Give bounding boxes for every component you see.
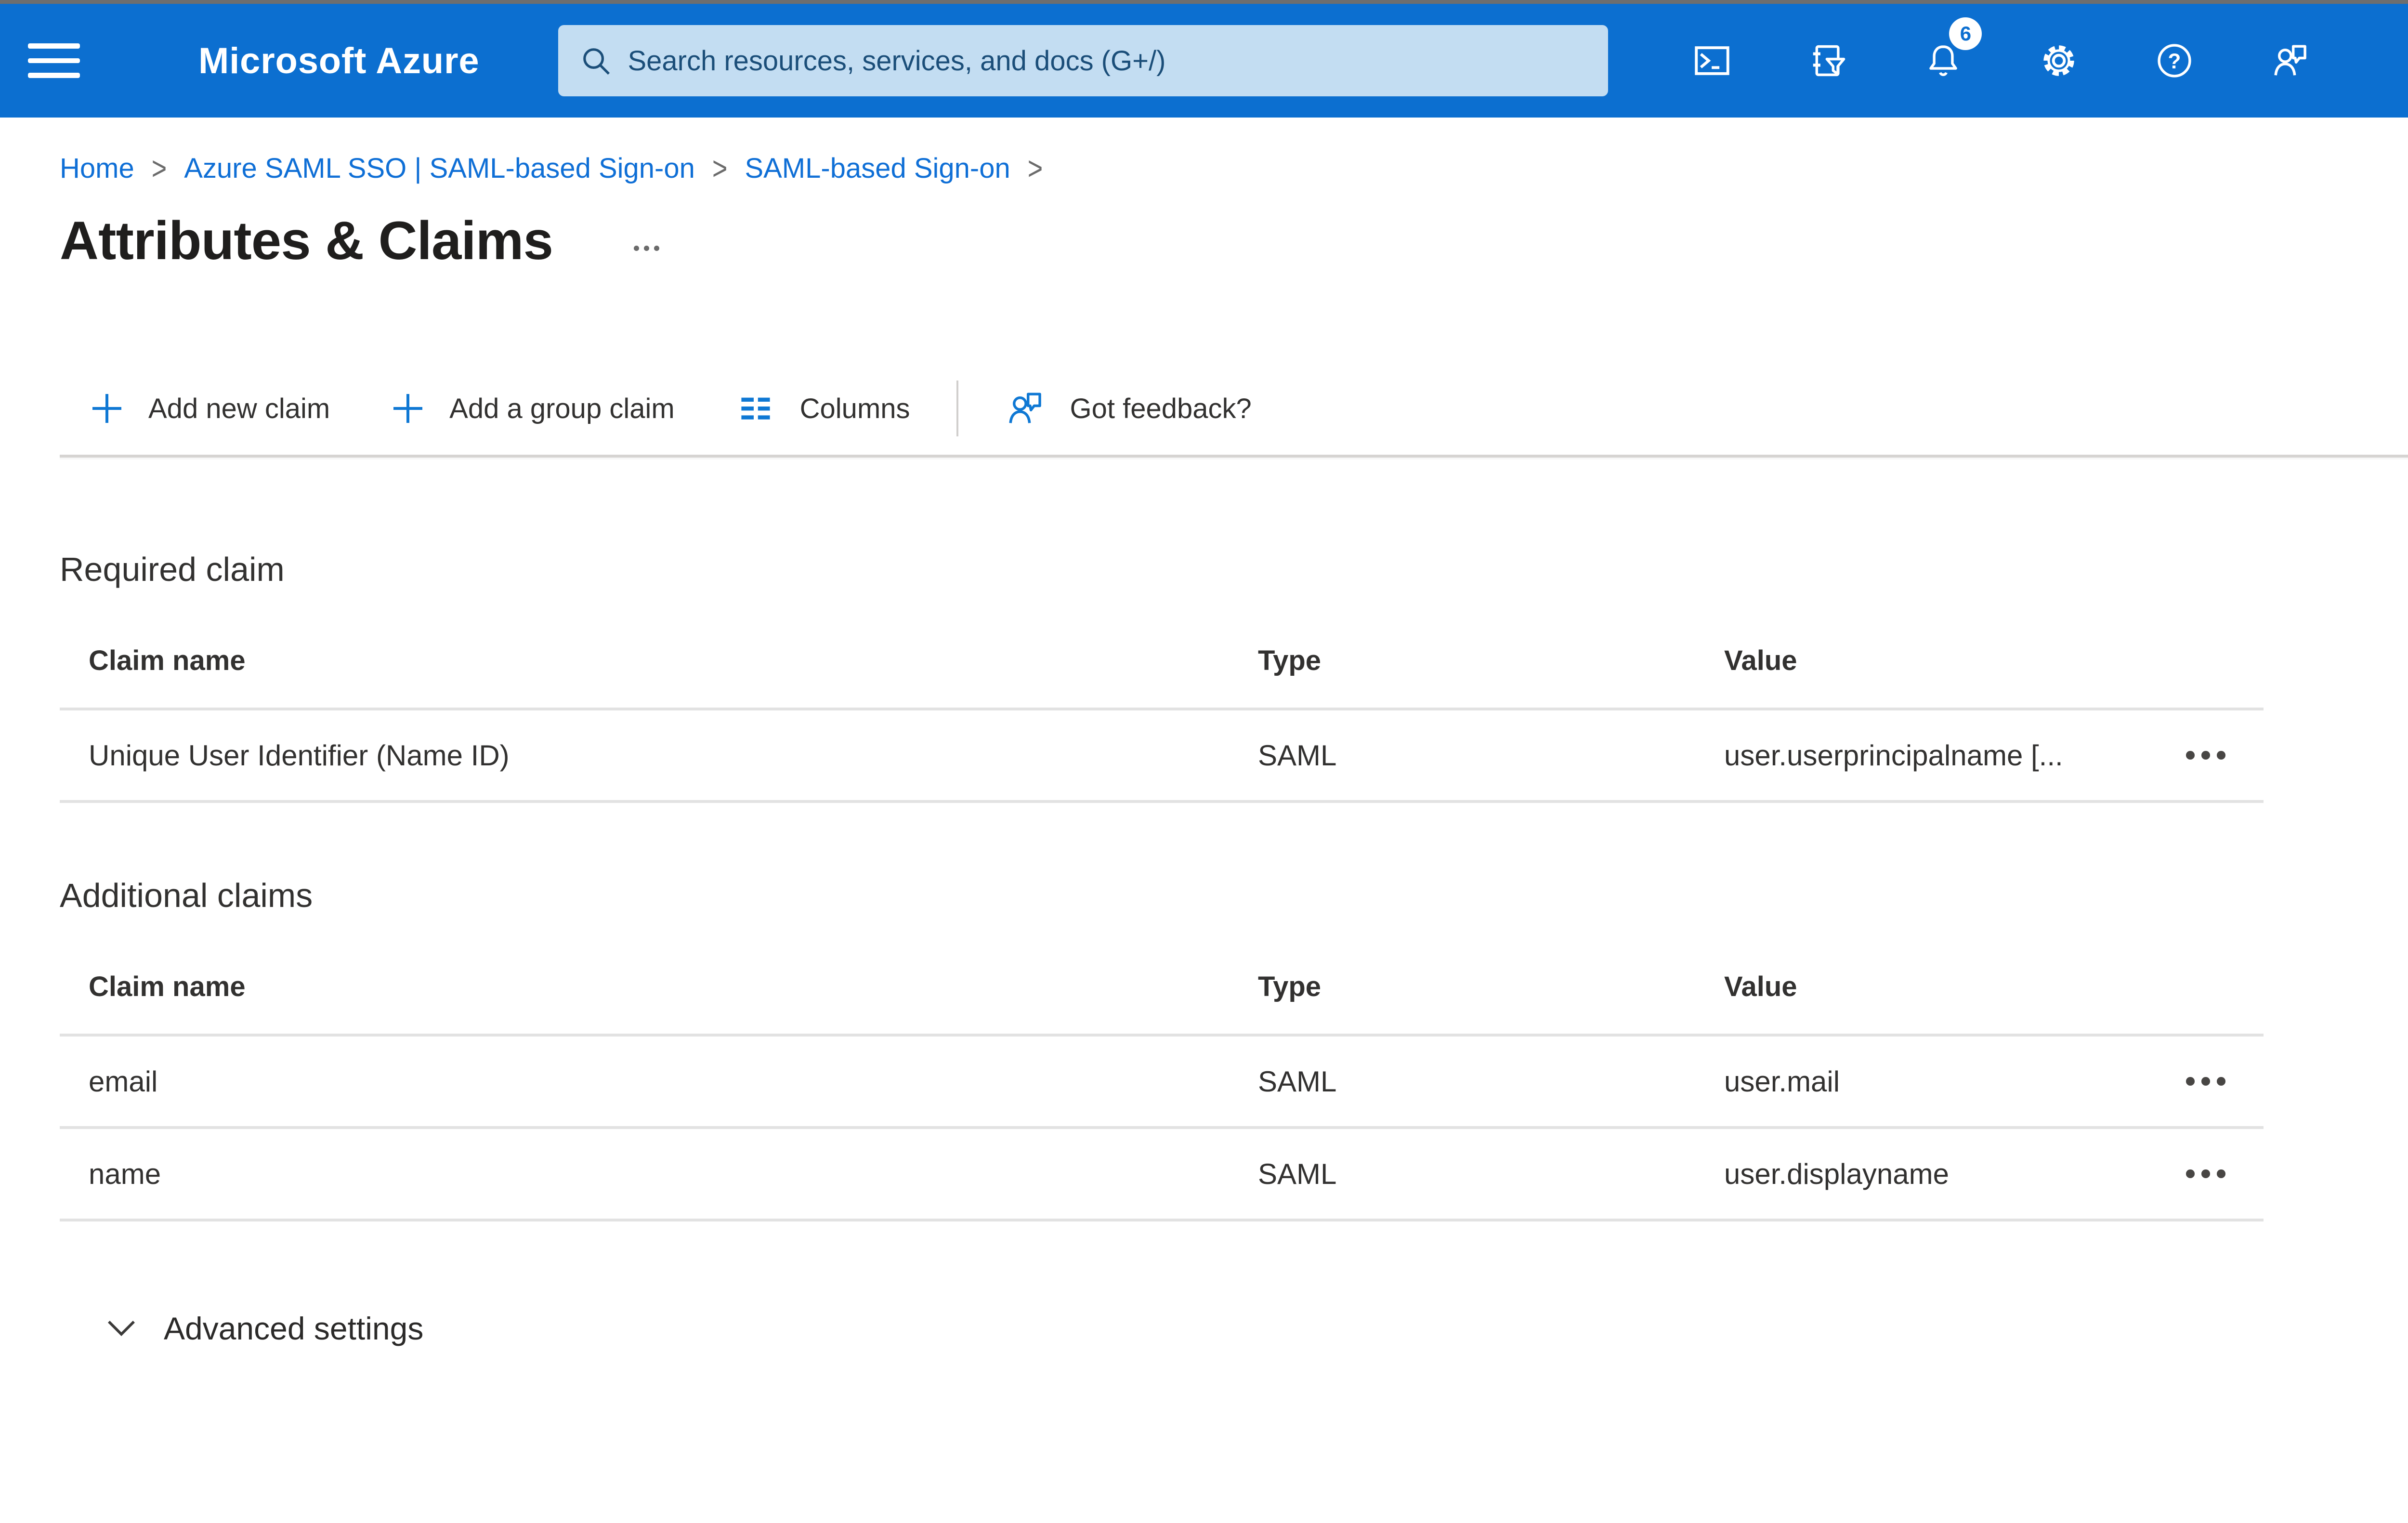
breadcrumb-home[interactable]: Home xyxy=(60,152,134,184)
feedback-icon xyxy=(1008,393,1041,423)
columns-icon xyxy=(741,397,770,420)
notifications-button[interactable]: 6 xyxy=(1901,4,1986,118)
command-bar: Add new claim Add a group claim Columns xyxy=(0,376,2408,441)
add-group-claim-label: Add a group claim xyxy=(449,393,675,424)
page-title: Attributes & Claims xyxy=(60,210,553,271)
breadcrumb-separator: > xyxy=(712,150,728,186)
table-header-row: Claim name Type Value xyxy=(60,915,2264,1037)
advanced-settings-label: Advanced settings xyxy=(164,1311,424,1346)
top-bar: Microsoft Azure Search resources, servic… xyxy=(0,4,2408,118)
topbar-icon-group: 6 ? xyxy=(1670,4,2332,118)
plus-icon xyxy=(92,394,121,423)
got-feedback-button[interactable]: Got feedback? xyxy=(974,376,1283,441)
feedback-button[interactable] xyxy=(2248,4,2332,118)
breadcrumb-separator: > xyxy=(1027,150,1043,186)
feedback-icon xyxy=(2274,45,2307,76)
required-claim-heading: Required claim xyxy=(60,551,285,588)
brand-logo[interactable]: Microsoft Azure xyxy=(198,40,479,82)
row-context-menu-button[interactable] xyxy=(2178,739,2233,771)
advanced-settings-toggle[interactable]: Advanced settings xyxy=(60,1310,423,1347)
page-header: Attributes & Claims xyxy=(60,210,2408,272)
breadcrumb-saml-signon[interactable]: SAML-based Sign-on xyxy=(745,152,1010,184)
cell-type: SAML xyxy=(1258,1157,1337,1190)
column-header-type: Type xyxy=(1258,645,1322,676)
got-feedback-label: Got feedback? xyxy=(1070,393,1252,424)
settings-button[interactable] xyxy=(2016,4,2101,118)
cell-type: SAML xyxy=(1258,739,1337,772)
search-icon xyxy=(583,48,610,75)
required-claim-table: Claim name Type Value Unique User Identi… xyxy=(60,589,2264,803)
breadcrumb-sso-app[interactable]: Azure SAML SSO | SAML-based Sign-on xyxy=(184,152,695,184)
ellipsis-icon xyxy=(634,246,639,251)
cell-value: user.displayname xyxy=(1724,1157,1949,1190)
search-input[interactable] xyxy=(558,25,1609,96)
help-icon: ? xyxy=(2158,44,2192,78)
breadcrumb-separator: > xyxy=(151,150,167,186)
content-area: Required claim Claim name Type Value Uni… xyxy=(0,550,2408,1347)
cell-value: user.userprincipalname [... xyxy=(1724,739,2063,772)
column-header-claim-name: Claim name xyxy=(89,971,246,1002)
azure-portal-window: Microsoft Azure Search resources, servic… xyxy=(0,0,2408,1523)
svg-text:?: ? xyxy=(2168,50,2181,73)
table-row[interactable]: email SAML user.mail xyxy=(60,1037,2264,1129)
row-context-menu-button[interactable] xyxy=(2178,1065,2233,1097)
column-header-claim-name: Claim name xyxy=(89,645,246,676)
hamburger-menu-button[interactable] xyxy=(0,4,108,118)
cell-claim-name: name xyxy=(89,1157,161,1190)
cell-type: SAML xyxy=(1258,1065,1337,1098)
toolbar-divider xyxy=(60,455,2408,458)
column-header-type: Type xyxy=(1258,971,1322,1002)
hamburger-icon xyxy=(28,43,80,49)
add-new-claim-label: Add new claim xyxy=(148,393,330,424)
plus-icon xyxy=(393,394,423,423)
directory-filter-button[interactable] xyxy=(1785,4,1870,118)
columns-button[interactable]: Columns xyxy=(706,376,941,441)
columns-label: Columns xyxy=(799,393,910,424)
gear-icon xyxy=(2043,45,2075,76)
cell-claim-name: email xyxy=(89,1065,158,1098)
additional-claims-heading: Additional claims xyxy=(60,877,313,914)
add-new-claim-button[interactable]: Add new claim xyxy=(60,376,361,441)
ellipsis-icon xyxy=(2186,751,2195,760)
column-header-value: Value xyxy=(1724,645,1797,676)
global-search xyxy=(558,25,1609,96)
add-group-claim-button[interactable]: Add a group claim xyxy=(361,376,705,441)
column-header-value: Value xyxy=(1724,971,1797,1002)
table-header-row: Claim name Type Value xyxy=(60,589,2264,710)
help-button[interactable]: ? xyxy=(2132,4,2217,118)
window-edge xyxy=(0,0,2408,4)
cloud-shell-icon xyxy=(1695,46,1730,75)
breadcrumb: Home > Azure SAML SSO | SAML-based Sign-… xyxy=(60,150,2408,186)
page-context-menu-button[interactable] xyxy=(634,246,660,251)
cell-value: user.mail xyxy=(1724,1065,1840,1098)
cloud-shell-button[interactable] xyxy=(1670,4,1754,118)
ellipsis-icon xyxy=(2186,1169,2195,1178)
directory-filter-icon xyxy=(1813,45,1845,77)
toolbar-separator xyxy=(956,381,958,436)
chevron-down-icon xyxy=(108,1321,135,1336)
additional-claims-table: Claim name Type Value email SAML user.ma… xyxy=(60,915,2264,1221)
table-row[interactable]: Unique User Identifier (Name ID) SAML us… xyxy=(60,710,2264,803)
ellipsis-icon xyxy=(2186,1077,2195,1086)
table-row[interactable]: name SAML user.displayname xyxy=(60,1129,2264,1221)
notification-badge: 6 xyxy=(1949,17,1982,50)
row-context-menu-button[interactable] xyxy=(2178,1158,2233,1190)
cell-claim-name: Unique User Identifier (Name ID) xyxy=(89,739,510,772)
